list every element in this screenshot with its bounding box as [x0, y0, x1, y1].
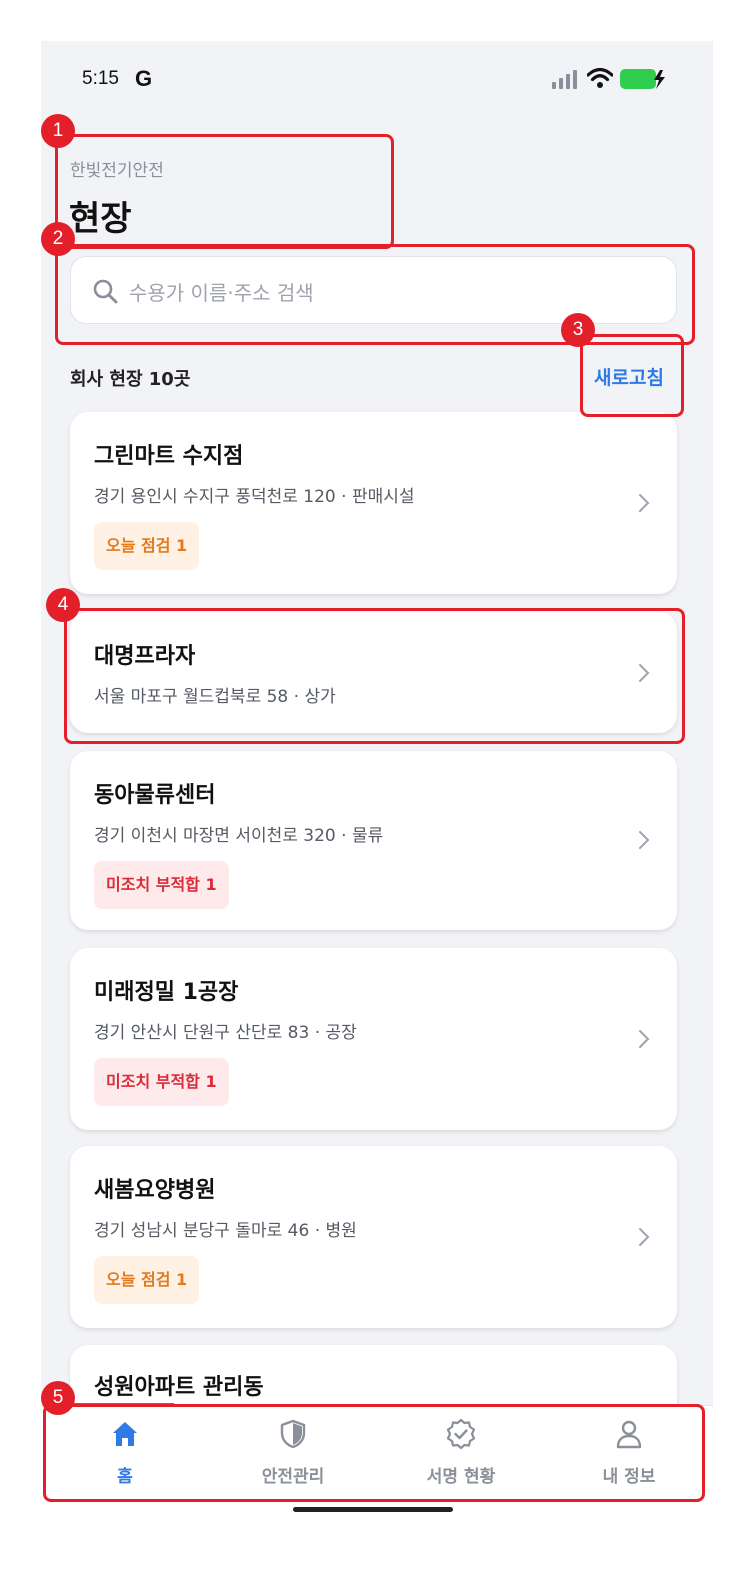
site-address: 경기 안산시 단원구 산단로 83 · 공장	[94, 1023, 357, 1043]
chevron-right-icon	[639, 1030, 650, 1048]
status-time: 5:15	[82, 68, 119, 89]
status-bar: 5:15 G	[41, 41, 713, 119]
site-address: 경기 이천시 마장면 서이천로 320 · 물류	[94, 826, 384, 846]
chevron-right-icon	[639, 1228, 650, 1246]
annotation-box-5	[43, 1404, 705, 1502]
site-name: 성원아파트 관리동	[94, 1375, 264, 1400]
wifi-icon	[587, 67, 613, 88]
annotation-number: 5	[41, 1381, 75, 1415]
signal-icon	[552, 70, 577, 89]
site-name: 새봄요양병원	[94, 1178, 216, 1203]
chevron-right-icon	[639, 494, 650, 512]
annotation-number: 3	[561, 313, 595, 347]
annotation-number: 2	[41, 222, 75, 256]
site-count-label: 회사 현장 10곳	[70, 369, 191, 390]
annotation-number: 4	[46, 588, 80, 622]
annotation-box-3	[580, 334, 684, 417]
google-icon: G	[135, 66, 153, 91]
status-badge: 미조치 부적합 1	[94, 861, 229, 909]
site-card[interactable]: 그린마트 수지점 경기 용인시 수지구 풍덕천로 120 · 판매시설 오늘 점…	[70, 412, 677, 594]
site-card[interactable]: 미래정밀 1공장 경기 안산시 단원구 산단로 83 · 공장 미조치 부적합 …	[70, 948, 677, 1130]
site-name: 그린마트 수지점	[94, 444, 244, 469]
annotation-number: 1	[41, 114, 75, 148]
site-name: 동아물류센터	[94, 783, 216, 808]
status-badge: 오늘 점검 1	[94, 1256, 200, 1304]
site-address: 경기 성남시 분당구 돌마로 46 · 병원	[94, 1221, 357, 1241]
site-address: 경기 용인시 수지구 풍덕천로 120 · 판매시설	[94, 487, 415, 507]
home-indicator	[293, 1507, 453, 1512]
annotation-box-1	[55, 134, 394, 249]
site-card[interactable]: 동아물류센터 경기 이천시 마장면 서이천로 320 · 물류 미조치 부적합 …	[70, 751, 677, 930]
status-badge: 미조치 부적합 1	[94, 1058, 229, 1106]
status-badge: 오늘 점검 1	[94, 522, 200, 570]
battery-icon	[620, 69, 665, 89]
site-name: 미래정밀 1공장	[94, 980, 239, 1005]
site-card[interactable]: 새봄요양병원 경기 성남시 분당구 돌마로 46 · 병원 오늘 점검 1	[70, 1146, 677, 1328]
annotation-box-2	[55, 244, 695, 345]
annotation-box-4	[64, 608, 685, 744]
chevron-right-icon	[639, 831, 650, 849]
